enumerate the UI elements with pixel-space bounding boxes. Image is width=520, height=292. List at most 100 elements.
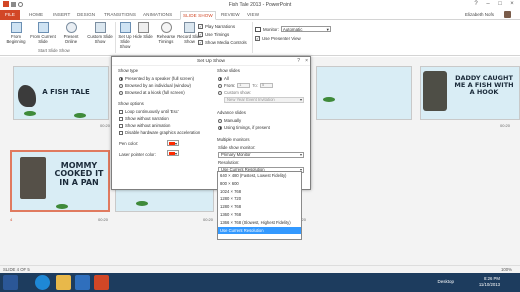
from-beginning-button[interactable]: From Beginning xyxy=(2,22,30,44)
tab-home[interactable]: HOME xyxy=(27,11,45,20)
slide-number: 4 xyxy=(10,217,13,222)
slide-show-monitor-dropdown[interactable]: Primary Monitor ▾ xyxy=(218,152,304,158)
show-media-controls-checkbox[interactable]: ✓ Show Media Controls xyxy=(198,40,247,45)
slide-thumbnail-1[interactable]: A FISH TALE xyxy=(13,66,109,120)
slide-title: MOMMY COOKED IT IN A PAN xyxy=(54,161,104,187)
fish-image xyxy=(18,85,36,107)
stopwatch-icon xyxy=(160,22,172,33)
laser-pointer-color-label: Laser pointer color: xyxy=(119,152,156,157)
slide-thumbnail-3-detail[interactable]: DADDY CAUGHT ME A FISH WITH A HOOK xyxy=(420,66,520,120)
resolution-option[interactable]: 1024 × 768 xyxy=(218,188,301,196)
minimize-icon[interactable]: – xyxy=(482,0,494,9)
resolution-option[interactable]: 1280 × 720 xyxy=(218,195,301,203)
custom-show-dropdown[interactable]: New Year Event Invitation ▾ xyxy=(224,97,304,103)
monitor-combo[interactable]: Automatic ▾ xyxy=(280,26,331,32)
using-timings-radio[interactable]: Using timings, if present xyxy=(218,125,270,130)
avatar[interactable] xyxy=(504,11,511,18)
disable-hardware-acceleration-checkbox[interactable]: Disable hardware graphics acceleration xyxy=(119,130,200,135)
lily-pad xyxy=(56,204,68,209)
hide-slide-button[interactable]: Hide Slide xyxy=(133,22,153,39)
present-online-icon xyxy=(65,22,77,33)
tab-review[interactable]: REVIEW xyxy=(219,11,242,20)
window-title: Fish Tale 2013 - PowerPoint xyxy=(228,2,292,8)
folder-icon[interactable] xyxy=(56,275,71,290)
custom-show-icon xyxy=(94,22,106,33)
hide-slide-icon xyxy=(137,22,149,33)
outlook-icon[interactable] xyxy=(75,275,90,290)
custom-show-radio[interactable]: Custom show: xyxy=(218,90,251,95)
pen-color-picker[interactable]: ▾ xyxy=(167,140,179,146)
resolution-option[interactable]: 1360 × 768 xyxy=(218,211,301,219)
start-icon[interactable] xyxy=(3,275,18,290)
laser-pointer-color-picker[interactable]: ▾ xyxy=(167,150,179,156)
custom-slide-show-button[interactable]: Custom Slide Show xyxy=(86,22,114,44)
ribbon-tabs: FILE HOME INSERT DESIGN TRANSITIONS ANIM… xyxy=(0,10,520,20)
slideshow-start-icon xyxy=(10,22,22,33)
section-show-options: Show options xyxy=(118,101,144,106)
maximize-icon[interactable]: □ xyxy=(494,0,506,9)
tab-view[interactable]: VIEW xyxy=(245,11,261,20)
desktop-toolbar[interactable]: Desktop xyxy=(437,279,454,284)
resolution-option[interactable]: 1366 × 768 (Slowest, Highest Fidelity) xyxy=(218,219,301,227)
tab-file[interactable]: FILE xyxy=(0,10,20,20)
ie-icon[interactable] xyxy=(35,275,50,290)
play-narrations-checkbox[interactable]: ✓ Play Narrations xyxy=(198,24,235,29)
manually-radio[interactable]: Manually xyxy=(218,118,241,123)
set-up-slide-show-button[interactable]: Set Up Slide Show xyxy=(115,22,135,49)
help-icon[interactable]: ? xyxy=(470,0,482,9)
tab-transitions[interactable]: TRANSITIONS xyxy=(102,11,138,20)
use-presenter-view-checkbox[interactable]: ✓ Use Presenter View xyxy=(255,36,301,41)
setup-icon xyxy=(119,22,131,33)
record-icon xyxy=(184,22,195,33)
close-icon[interactable]: × xyxy=(305,58,308,64)
powerpoint-icon[interactable] xyxy=(94,275,109,290)
slide-timing: 00:20 xyxy=(500,123,511,128)
slide-show-monitor-label: Slide show monitor: xyxy=(218,145,256,150)
section-multiple-monitors: Multiple monitors xyxy=(217,137,250,142)
zoom-level[interactable]: 100% xyxy=(501,267,512,272)
from-slides-radio[interactable]: From: 1 To: 5 xyxy=(218,83,273,88)
from-spinner[interactable]: 1 xyxy=(237,83,251,88)
without-animation-checkbox[interactable]: Show without animation xyxy=(119,123,170,128)
use-timings-checkbox[interactable]: ✓ Use Timings xyxy=(198,32,229,37)
slide-timing: 00:20 xyxy=(203,217,214,222)
slide-counter: SLIDE 4 OF 5 xyxy=(3,267,30,272)
close-icon[interactable]: × xyxy=(506,0,518,9)
slideshow-current-icon xyxy=(37,22,49,33)
user-name[interactable]: Elizabeth Nofs xyxy=(465,12,494,17)
resolution-option[interactable]: 800 × 600 xyxy=(218,180,301,188)
monitor-selector: Monitor: Automatic ▾ xyxy=(255,26,331,32)
group-label-start: Start Slide Show xyxy=(38,48,70,53)
resolution-option[interactable]: 640 × 480 (Fastest, Lowest Fidelity) xyxy=(218,172,301,180)
resolution-label: Resolution: xyxy=(218,160,240,165)
lily-pad xyxy=(136,201,148,206)
section-show-type: Show type xyxy=(118,68,139,73)
tab-animations[interactable]: ANIMATIONS xyxy=(141,11,174,20)
presented-by-speaker-radio[interactable]: Presented by a speaker (full screen) xyxy=(119,76,194,81)
to-spinner[interactable]: 5 xyxy=(259,83,273,88)
person-photo xyxy=(423,71,447,111)
help-icon[interactable]: ? xyxy=(297,58,300,64)
all-slides-radio[interactable]: All xyxy=(218,76,229,81)
browsed-individual-radio[interactable]: Browsed by an individual (window) xyxy=(119,83,191,88)
section-show-slides: Show slides xyxy=(217,68,240,73)
slide-thumbnail-4[interactable]: MOMMY COOKED IT IN A PAN xyxy=(10,150,110,212)
resolution-option[interactable]: 1280 × 768 xyxy=(218,203,301,211)
loop-checkbox[interactable]: Loop continuously until 'Esc' xyxy=(119,109,179,114)
resolution-option[interactable]: Use Current Resolution xyxy=(218,226,301,235)
set-up-show-dialog: Set Up Show ? × Show type Presented by a… xyxy=(111,56,311,190)
resolution-options-list: 640 × 480 (Fastest, Lowest Fidelity) 800… xyxy=(217,171,302,240)
taskbar: Desktop 8:26 PM 11/10/2013 xyxy=(0,273,520,292)
rehearse-timings-button[interactable]: Rehearse Timings xyxy=(152,22,180,44)
section-advance-slides: Advance slides xyxy=(217,110,246,115)
from-current-slide-button[interactable]: From Current Slide xyxy=(28,22,58,44)
slide-thumbnail-3[interactable] xyxy=(316,66,412,120)
without-narration-checkbox[interactable]: Show without narration xyxy=(119,116,169,121)
tab-slide-show[interactable]: SLIDE SHOW xyxy=(180,11,216,20)
browsed-kiosk-radio[interactable]: Browsed at a kiosk (full screen) xyxy=(119,90,185,95)
window-controls: ? – □ × xyxy=(470,0,518,9)
tab-design[interactable]: DESIGN xyxy=(75,11,97,20)
slide-title: DADDY CAUGHT ME A FISH WITH A HOOK xyxy=(454,74,514,96)
tab-insert[interactable]: INSERT xyxy=(51,11,72,20)
present-online-button[interactable]: Present Online xyxy=(57,22,85,44)
